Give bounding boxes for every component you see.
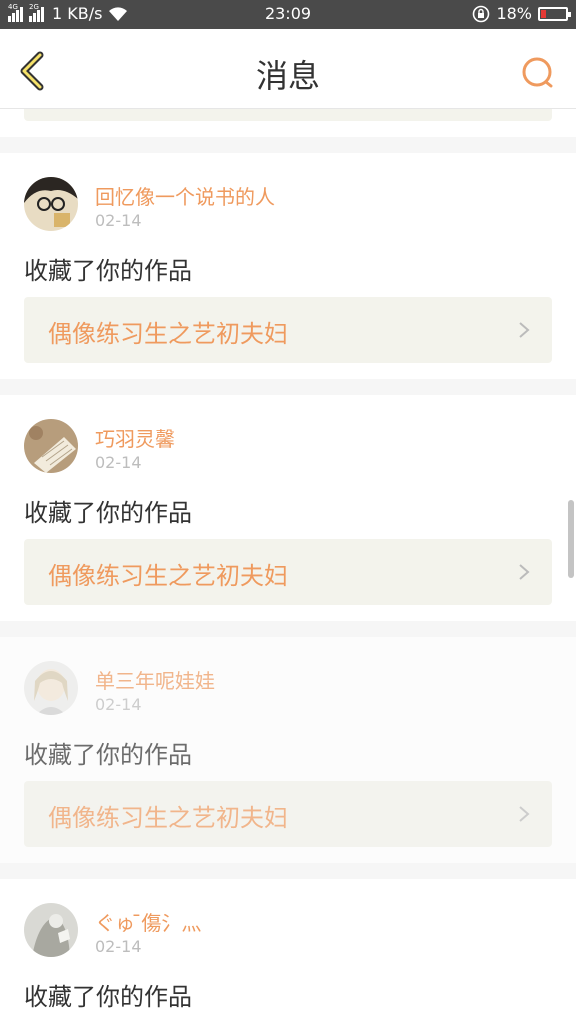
user-name[interactable]: 巧羽灵馨 xyxy=(95,423,175,452)
work-title: 偶像练习生之艺初夫妇 xyxy=(48,320,288,348)
action-text: 收藏了你的作品 xyxy=(24,499,192,527)
work-link[interactable]: 偶像练习生之艺初夫妇 xyxy=(24,781,552,847)
chevron-right-icon xyxy=(519,806,530,822)
list-item-partial xyxy=(0,109,576,137)
avatar[interactable] xyxy=(24,903,78,957)
top-bar: 消息 xyxy=(0,29,576,109)
scrollbar[interactable] xyxy=(568,500,574,578)
action-text: 收藏了你的作品 xyxy=(24,741,192,769)
avatar[interactable] xyxy=(24,419,78,473)
action-text: 收藏了你的作品 xyxy=(24,257,192,285)
work-link[interactable]: 偶像练习生之艺初夫妇 xyxy=(24,297,552,363)
page-title: 消息 xyxy=(255,57,320,95)
list-item: 回忆像一个说书的人 02-14 收藏了你的作品 偶像练习生之艺初夫妇 xyxy=(0,153,576,379)
avatar[interactable] xyxy=(24,661,78,715)
chevron-right-icon xyxy=(519,322,530,338)
rotation-lock-icon xyxy=(473,5,490,22)
user-name[interactable]: ぐゅ ̄傷氵灬 xyxy=(95,907,201,936)
user-name[interactable]: 回忆像一个说书的人 xyxy=(95,181,275,210)
work-title: 偶像练习生之艺初夫妇 xyxy=(48,562,288,590)
work-title: 偶像练习生之艺初夫妇 xyxy=(48,804,288,832)
status-bar: 4G 2G 1 KB/s 23:09 18% xyxy=(0,0,576,29)
status-right: 18% xyxy=(472,4,571,23)
chevron-right-icon xyxy=(519,564,530,580)
list-item: 巧羽灵馨 02-14 收藏了你的作品 偶像练习生之艺初夫妇 xyxy=(0,395,576,621)
timestamp: 02-14 xyxy=(95,211,142,230)
list-item: 单三年呢娃娃 02-14 收藏了你的作品 偶像练习生之艺初夫妇 xyxy=(0,637,576,863)
user-name[interactable]: 单三年呢娃娃 xyxy=(95,665,215,694)
avatar[interactable] xyxy=(24,177,78,231)
timestamp: 02-14 xyxy=(95,695,142,714)
timestamp: 02-14 xyxy=(95,937,142,956)
battery-icon xyxy=(538,6,571,21)
work-link[interactable]: 偶像练习生之艺初夫妇 xyxy=(24,539,552,605)
list-item: ぐゅ ̄傷氵灬 02-14 收藏了你的作品 xyxy=(0,879,576,1024)
battery-percent: 18% xyxy=(496,4,532,23)
work-link-partial[interactable] xyxy=(24,109,552,121)
timestamp: 02-14 xyxy=(95,453,142,472)
search-icon[interactable] xyxy=(520,55,556,91)
action-text: 收藏了你的作品 xyxy=(24,983,192,1011)
